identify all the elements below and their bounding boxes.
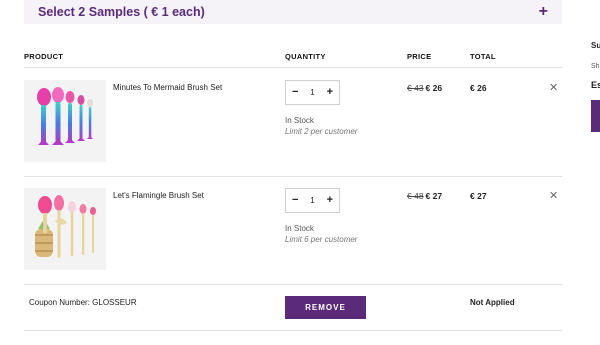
product-name[interactable]: Minutes To Mermaid Brush Set <box>113 83 222 92</box>
divider <box>24 176 562 177</box>
price: € 48 € 27 <box>407 191 442 201</box>
mermaid-brushes-icon <box>37 87 93 145</box>
summary-shipping-label: Sh <box>591 63 600 70</box>
quantity-stepper[interactable]: − 1 + <box>285 188 340 213</box>
divider <box>24 67 562 68</box>
price: € 43 € 26 <box>407 83 442 93</box>
line-total: € 26 <box>470 83 487 93</box>
purchase-limit: Limit 2 per customer <box>285 127 358 136</box>
summary-title: Su <box>591 41 600 50</box>
header-quantity: QUANTITY <box>285 52 326 61</box>
header-product: PRODUCT <box>24 52 64 61</box>
samples-title: Select 2 Samples ( € 1 each) <box>38 5 205 19</box>
samples-selector-bar[interactable]: Select 2 Samples ( € 1 each) + <box>24 0 562 24</box>
quantity-value[interactable]: 1 <box>310 196 314 205</box>
stock-status: In Stock <box>285 224 314 233</box>
line-total: € 27 <box>470 191 487 201</box>
checkout-button[interactable] <box>591 100 600 132</box>
remove-item-close-icon[interactable]: ✕ <box>549 191 558 202</box>
stock-status: In Stock <box>285 116 314 125</box>
divider <box>24 284 562 285</box>
coupon-number-label: Coupon Number: GLOSSEUR <box>29 298 137 307</box>
remove-coupon-button[interactable]: REMOVE <box>285 296 366 319</box>
original-price: € 43 <box>407 83 424 93</box>
header-price: PRICE <box>407 52 432 61</box>
coupon-status: Not Applied <box>470 298 515 307</box>
remove-item-close-icon[interactable]: ✕ <box>549 83 558 94</box>
product-image-mermaid-brush-set[interactable] <box>24 80 106 162</box>
quantity-value[interactable]: 1 <box>310 88 314 97</box>
summary-estimate-label: Es <box>591 80 600 90</box>
order-summary-panel: Su Sh Es <box>588 0 600 345</box>
product-name[interactable]: Let's Flamingle Brush Set <box>113 191 204 200</box>
expand-plus-icon[interactable]: + <box>539 4 548 20</box>
header-total: TOTAL <box>470 52 496 61</box>
decrease-quantity-button[interactable]: − <box>292 87 298 98</box>
increase-quantity-button[interactable]: + <box>327 195 333 206</box>
decrease-quantity-button[interactable]: − <box>292 195 298 206</box>
quantity-stepper[interactable]: − 1 + <box>285 80 340 105</box>
sale-price: € 26 <box>425 83 443 93</box>
increase-quantity-button[interactable]: + <box>327 87 333 98</box>
product-image-flamingle-brush-set[interactable] <box>24 188 106 270</box>
purchase-limit: Limit 6 per customer <box>285 235 358 244</box>
sale-price: € 27 <box>425 191 443 201</box>
flamingo-brushes-icon <box>35 195 96 258</box>
divider <box>24 330 562 331</box>
original-price: € 48 <box>407 191 424 201</box>
